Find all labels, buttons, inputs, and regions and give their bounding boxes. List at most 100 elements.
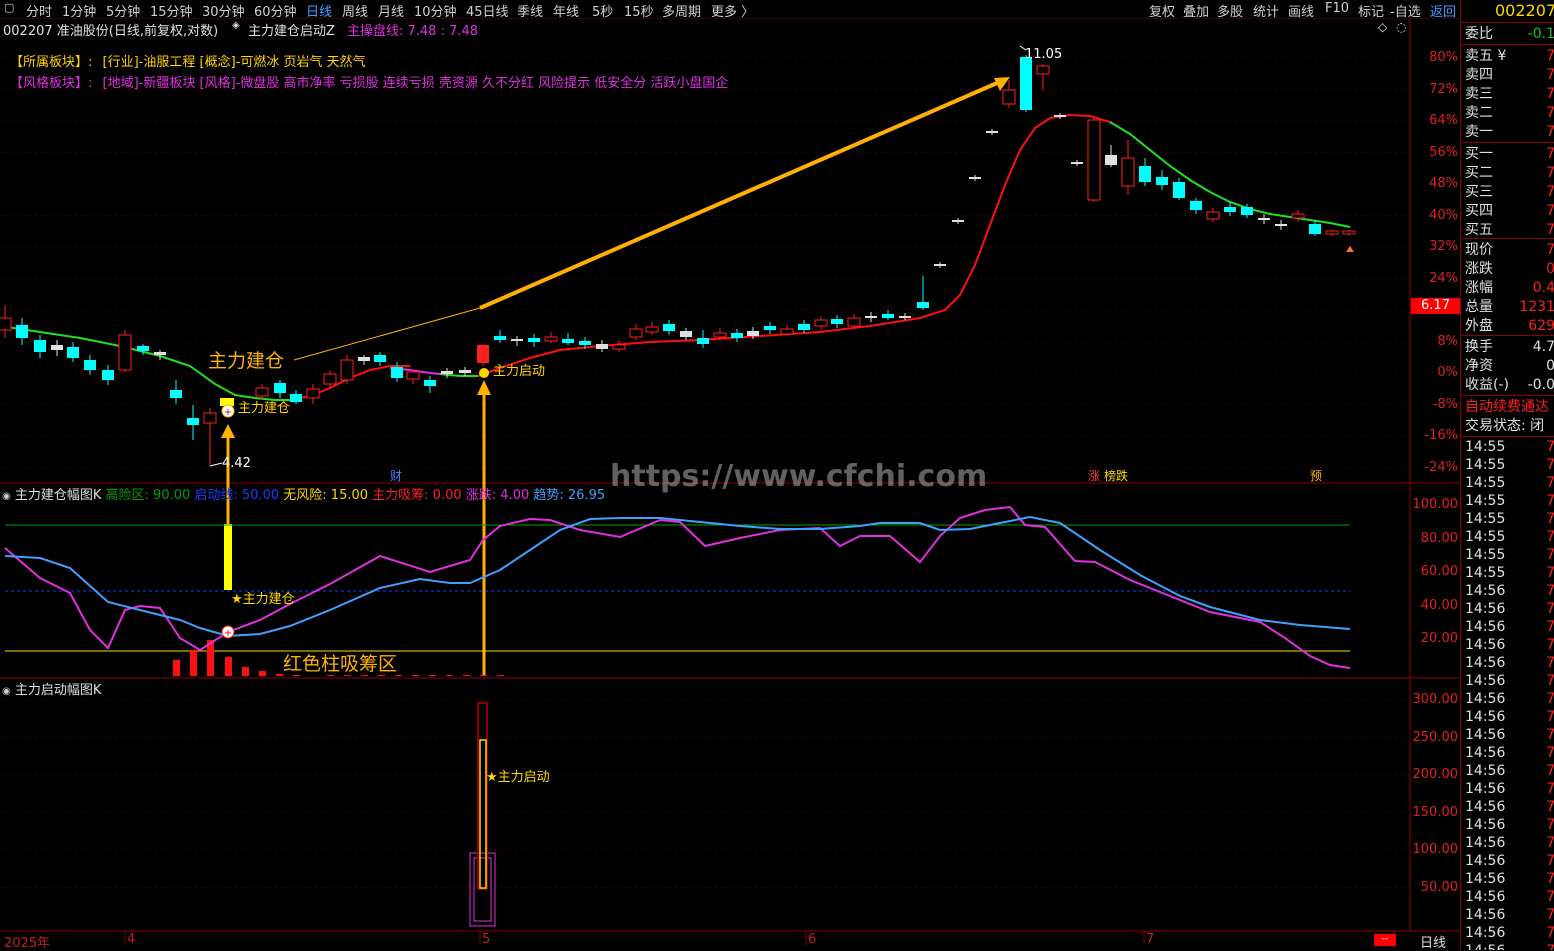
- absorb-bar: [378, 675, 385, 676]
- candle-body: [1020, 57, 1032, 110]
- absorb-bar: [361, 675, 368, 676]
- thin-trend-line: [293, 307, 481, 361]
- y-tick-label: 100.00: [1412, 497, 1459, 512]
- candle-body: [814, 319, 828, 327]
- candle-body: [1054, 115, 1066, 117]
- candle-body: [494, 336, 506, 340]
- stat-row: 涨幅 0.4: [1465, 280, 1554, 296]
- absorb-bar: [225, 657, 232, 676]
- candle-body: [34, 340, 46, 352]
- candle-body: [1206, 211, 1220, 220]
- renew-text[interactable]: 自动续费通达: [1465, 398, 1554, 416]
- candle-body: [1036, 65, 1050, 75]
- candle-body: [424, 380, 436, 386]
- quote-panel: 002207 委比-0.1 卖五 ¥7 卖四7 卖三7 卖二7 卖一7 买一7 买二7 买三…: [1460, 0, 1554, 950]
- stat-row: 外盘 629: [1465, 318, 1554, 334]
- tick-row: 14:567: [1465, 583, 1554, 599]
- candle-body: [118, 334, 132, 371]
- candle-body: [477, 345, 489, 363]
- tick-row: 14:567: [1465, 817, 1554, 833]
- y-tick-label: 56%: [1429, 144, 1458, 160]
- star-start-label: ★主力启动: [486, 770, 550, 785]
- tick-row: 14:557: [1465, 565, 1554, 581]
- candle-body: [917, 302, 929, 308]
- candle-body: [544, 336, 558, 342]
- tick-row: 14:557: [1465, 529, 1554, 545]
- period-label[interactable]: 日线: [1420, 932, 1446, 951]
- candle-body: [596, 344, 608, 349]
- y-tick-label: 40%: [1429, 207, 1458, 223]
- candle-body: [1173, 182, 1185, 198]
- candle-body: [391, 367, 403, 378]
- star-build-label: ★主力建仓: [231, 592, 295, 607]
- bid-row: 买五7: [1465, 222, 1554, 238]
- trade-status: 交易状态: 闭: [1465, 418, 1545, 434]
- panel3-header: ◉ 主力启动幅图K: [2, 679, 101, 698]
- ask-row: 卖二7: [1465, 105, 1554, 121]
- y-tick-label: 20.00: [1420, 631, 1458, 646]
- bid-row: 买四7: [1465, 203, 1554, 219]
- tick-row: 14:557: [1465, 457, 1554, 473]
- candle-body: [680, 331, 692, 337]
- y-tick-label: 64%: [1429, 113, 1458, 128]
- candle-body: [67, 347, 79, 358]
- candle-body: [747, 331, 759, 336]
- red-zone-label: 红色柱吸筹区: [283, 653, 397, 675]
- chart-canvas[interactable]: + 11.05 4.42 主力建仓 主力建仓 主力启动 财 涨 榜跌 预 + ★…: [0, 0, 1460, 950]
- candle-body: [934, 264, 946, 266]
- tick-row: 14:567: [1465, 781, 1554, 797]
- price-tag: 6.17: [1411, 298, 1460, 314]
- absorb-bar: [344, 675, 351, 676]
- candle-body: [459, 370, 471, 373]
- build-small-label: 主力建仓: [238, 401, 290, 416]
- candle-body: [187, 418, 199, 425]
- start-small-label: 主力启动: [493, 364, 545, 379]
- candle-body: [358, 357, 370, 361]
- candle-body: [154, 352, 166, 355]
- big-trend-arrow: [479, 78, 1005, 310]
- x-label-month: 6: [808, 932, 817, 947]
- candle-body: [1309, 224, 1321, 234]
- candle-body: [831, 319, 843, 324]
- candle-body: [697, 338, 709, 344]
- candle-body: [0, 317, 12, 331]
- y-tick-label: 8%: [1437, 333, 1458, 349]
- legend-high-risk: 高险区: 90.00: [105, 488, 191, 503]
- y-tick-label: 24%: [1429, 270, 1458, 286]
- panel2-title: 主力建仓幅图K: [14, 488, 102, 503]
- candle-body: [170, 390, 182, 398]
- tick-row: 14:567: [1465, 925, 1554, 941]
- collapse-icon[interactable]: ◉: [2, 491, 11, 502]
- absorb-bar: [276, 674, 283, 676]
- absorb-bar: [395, 675, 402, 676]
- candle-body: [255, 387, 269, 397]
- y-tick-label: -24%: [1424, 459, 1458, 475]
- tick-row: 14:567: [1465, 853, 1554, 869]
- candle-body: [1121, 157, 1135, 187]
- candle-body: [645, 326, 659, 333]
- y-tick-label: 40.00: [1420, 597, 1458, 613]
- stat-row: 总量 1231: [1465, 299, 1554, 315]
- candle-body: [579, 341, 591, 345]
- x-label-month: 7: [1146, 932, 1155, 947]
- y-tick-label: 150.00: [1412, 804, 1459, 820]
- candle-body: [1156, 177, 1168, 185]
- y-tick-label: 80%: [1429, 50, 1458, 65]
- candle-body: [274, 383, 286, 393]
- tick-row: 14:557: [1465, 439, 1554, 455]
- cai-marker: 财: [390, 469, 402, 483]
- tick-row: 14:567: [1465, 691, 1554, 707]
- candle-body: [882, 314, 894, 318]
- tick-row: 14:567: [1465, 637, 1554, 653]
- stat-row: 现价7: [1465, 242, 1554, 258]
- y-tick-label: 80.00: [1420, 530, 1458, 546]
- svg-text:+: +: [224, 407, 232, 418]
- y-tick-label: -16%: [1424, 428, 1458, 443]
- tick-row: 14:557: [1465, 547, 1554, 563]
- scroll-indicator[interactable]: --: [1374, 934, 1396, 946]
- candle-body: [1139, 166, 1151, 182]
- candle-body: [899, 316, 911, 318]
- weibi-row: 委比 -0.1: [1465, 26, 1554, 42]
- collapse-icon[interactable]: ◉: [2, 686, 11, 697]
- candle-body: [84, 360, 96, 370]
